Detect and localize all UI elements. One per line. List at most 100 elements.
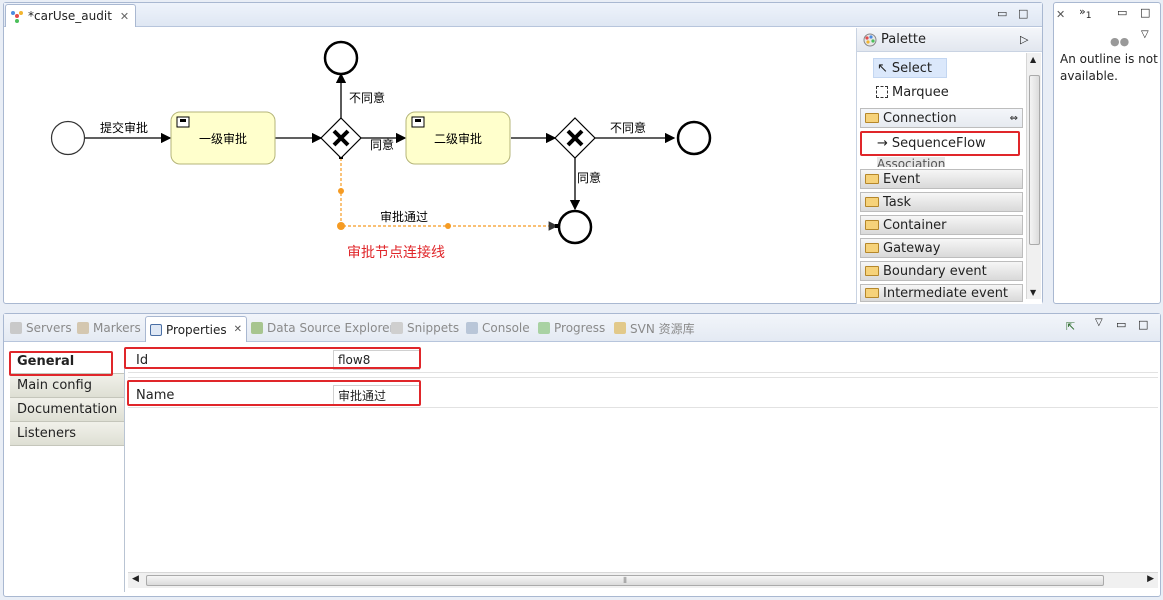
properties-view: Servers Markers Properties ✕ Data Source…	[3, 313, 1161, 597]
minimize-icon[interactable]: ▭	[997, 7, 1007, 20]
tab-svn[interactable]: SVN 资源库	[614, 318, 695, 338]
maximize-icon[interactable]: □	[1018, 7, 1028, 20]
outline-message-line: An outline is not	[1060, 52, 1158, 66]
outline-message-line: available.	[1060, 69, 1118, 83]
editor-tab[interactable]: *carUse_audit ✕	[5, 4, 137, 27]
tab-svn-label: SVN 资源库	[630, 321, 695, 336]
tab-console[interactable]: Console	[466, 318, 530, 338]
palette-scrollbar[interactable]: ▲ ▼	[1026, 53, 1041, 299]
palette-header[interactable]: Palette ▷	[857, 28, 1042, 52]
close-icon[interactable]: ✕	[234, 324, 242, 335]
tab-data-source-explorer[interactable]: Data Source Explorer	[251, 318, 394, 338]
scroll-up-icon[interactable]: ▲	[1030, 55, 1036, 64]
tab-properties[interactable]: Properties ✕	[145, 316, 248, 342]
drawer-container-label: Container	[883, 217, 947, 233]
scrollbar-thumb[interactable]: ⦀	[146, 575, 1104, 586]
drawer-boundary-event[interactable]: Boundary event	[860, 261, 1023, 281]
outline-badge: 1	[1085, 10, 1092, 22]
highlight-sequenceflow	[860, 131, 1020, 156]
tab-markers[interactable]: Markers	[77, 318, 141, 338]
tab-servers-label: Servers	[26, 321, 72, 335]
section-listeners[interactable]: Listeners	[10, 422, 124, 446]
pin-view-icon[interactable]: ⇱	[1066, 320, 1075, 333]
user-task-icon	[415, 119, 421, 122]
tool-association[interactable]: Association	[877, 157, 946, 167]
highlight-name-row	[127, 380, 421, 406]
exclusive-gateway-1[interactable]	[320, 117, 362, 159]
close-icon[interactable]: ✕	[1056, 8, 1065, 21]
outline-status-icon: ●●	[1110, 35, 1130, 48]
view-menu-icon[interactable]: ▽	[1095, 317, 1103, 328]
tab-progress-label: Progress	[554, 321, 606, 335]
divider	[128, 407, 1158, 408]
snippets-icon	[391, 322, 403, 334]
view-menu-icon[interactable]: ▽	[1141, 29, 1149, 40]
folder-icon	[865, 243, 879, 253]
properties-icon	[150, 323, 162, 336]
label-reject1: 不同意	[349, 90, 385, 105]
task-level2-label: 二级审批	[434, 131, 482, 146]
drawer-gateway-label: Gateway	[883, 240, 941, 256]
folder-icon	[865, 266, 879, 276]
start-event[interactable]	[50, 120, 86, 156]
drawer-task[interactable]: Task	[860, 192, 1023, 212]
section-listeners-label: Listeners	[17, 426, 77, 441]
drawer-intermediate-event[interactable]: Intermediate event	[860, 284, 1023, 302]
properties-hscrollbar[interactable]: ◀ ⦀ ▶	[128, 572, 1158, 588]
tool-marquee[interactable]: Marquee	[876, 82, 949, 102]
editor-tab-title: *carUse_audit	[28, 9, 112, 23]
flow-approved-selected[interactable]	[340, 158, 559, 231]
maximize-icon[interactable]: □	[1140, 6, 1150, 19]
bend-handle[interactable]	[445, 223, 451, 229]
scroll-right-icon[interactable]: ▶	[1147, 574, 1154, 584]
tab-progress[interactable]: Progress	[538, 318, 605, 338]
tool-select[interactable]: ↖ Select	[873, 58, 948, 78]
tab-snippets[interactable]: Snippets	[391, 318, 459, 338]
end-event-reject1[interactable]	[323, 40, 359, 76]
label-reject2: 不同意	[610, 120, 646, 135]
folder-icon	[865, 220, 879, 230]
drawer-gateway[interactable]: Gateway	[860, 238, 1023, 258]
tab-snippets-label: Snippets	[407, 321, 460, 335]
folder-icon	[865, 113, 879, 123]
highlight-id-row	[124, 347, 421, 369]
tab-markers-label: Markers	[93, 321, 141, 335]
outline-message: An outline is not available.	[1060, 51, 1158, 85]
view-list-icon[interactable]: »1	[1079, 5, 1092, 21]
markers-icon	[77, 322, 89, 334]
bend-handle[interactable]	[337, 222, 345, 230]
maximize-icon[interactable]: □	[1138, 318, 1148, 331]
minimize-icon[interactable]: ▭	[1116, 318, 1126, 331]
exclusive-gateway-2[interactable]	[554, 117, 596, 159]
annotation-text: 审批节点连接线	[347, 244, 445, 261]
section-documentation[interactable]: Documentation	[10, 398, 124, 422]
drawer-container[interactable]: Container	[860, 215, 1023, 235]
tab-console-label: Console	[482, 321, 530, 335]
section-main-config[interactable]: Main config	[10, 374, 124, 398]
pin-icon[interactable]: ⇔	[1010, 113, 1018, 124]
close-icon[interactable]: ✕	[120, 10, 129, 23]
diagram-canvas[interactable]: 提交审批 一级审批 二级审批 不同意 同意 不同意 同意 审批通过 审批节点连接…	[4, 28, 854, 304]
folder-icon	[865, 288, 879, 298]
palette-title: Palette	[881, 32, 927, 47]
outline-view: ✕ »1 ▭ □ ●● ▽ An outline is not availabl…	[1053, 2, 1161, 304]
editor-tabbar: *carUse_audit ✕ ▭ □	[4, 3, 1042, 27]
palette-collapse-icon[interactable]: ▷	[1020, 33, 1028, 46]
views-tabbar: Servers Markers Properties ✕ Data Source…	[4, 314, 1160, 342]
drawer-event[interactable]: Event	[860, 169, 1023, 189]
bend-handle[interactable]	[338, 188, 344, 194]
tab-data-source-explorer-label: Data Source Explorer	[267, 321, 395, 335]
end-event-reject2[interactable]	[676, 120, 712, 156]
tab-servers[interactable]: Servers	[10, 318, 72, 338]
palette: Palette ▷ ↖ Select Marquee Connection ⇔ …	[856, 28, 1042, 304]
end-event-approved[interactable]	[557, 209, 593, 245]
scrollbar-thumb[interactable]	[1029, 75, 1040, 245]
scroll-down-icon[interactable]: ▼	[1030, 288, 1036, 297]
scroll-left-icon[interactable]: ◀	[132, 574, 139, 584]
drawer-connection[interactable]: Connection ⇔	[860, 108, 1023, 128]
minimize-icon[interactable]: ▭	[1117, 6, 1127, 19]
drawer-boundary-event-label: Boundary event	[883, 263, 987, 279]
folder-icon	[865, 174, 879, 184]
console-icon	[466, 322, 478, 334]
task-level1-label: 一级审批	[199, 131, 247, 146]
